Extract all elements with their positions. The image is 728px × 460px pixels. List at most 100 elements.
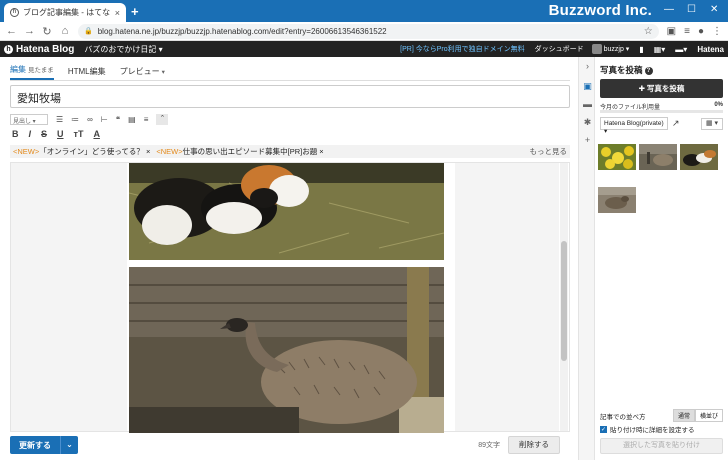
order-label: 記事での並べ方 — [600, 413, 646, 421]
album-select[interactable]: Hatena Blog(private) ▾ — [600, 117, 668, 135]
bookmark-icon[interactable]: ▮ — [639, 45, 643, 54]
char-count: 89文字 — [478, 442, 500, 449]
link-icon[interactable]: ∞ — [87, 115, 93, 124]
dashboard-link[interactable]: ダッシュボード — [535, 44, 584, 54]
add-icon[interactable]: + — [582, 135, 593, 146]
window-close-icon[interactable]: ✕ — [710, 4, 718, 15]
editor-margin-right — [455, 163, 559, 431]
bullet-list-icon[interactable]: ☰ — [56, 115, 63, 124]
collapse-toolbar-icon[interactable]: ⌃ — [156, 113, 169, 125]
related-themes-bar: <NEW>「オンライン」どう使ってる？ × <NEW>仕事の思い出エピソード募集… — [10, 145, 570, 158]
lock-icon: 🔒 — [84, 28, 93, 35]
align-icon[interactable]: ≡ — [144, 115, 149, 124]
sidebar-rail: › ▣ ▬ ✱ + — [578, 57, 595, 460]
bold-icon[interactable]: B — [12, 129, 19, 139]
blog-name-menu[interactable]: バズのおでかけ日記 ▾ — [84, 44, 162, 55]
gear-icon[interactable]: ✱ — [582, 117, 593, 128]
menu-icon[interactable]: ⋮ — [712, 26, 722, 37]
editor-mode-tabs: 編集 見たまま HTML編集 プレビュー ▾ — [10, 63, 165, 80]
photo-thumbnail[interactable] — [639, 144, 677, 170]
numbered-list-icon[interactable]: ≔ — [71, 115, 79, 124]
forward-icon[interactable]: → — [24, 25, 35, 37]
more-themes-link[interactable]: もっと見る — [530, 146, 568, 157]
text-color-icon[interactable]: A — [93, 129, 100, 139]
editor-margin-left — [11, 163, 127, 431]
editor-footer: 更新する ⌄ 89文字 削除する — [10, 436, 570, 454]
tab-label: 編集 — [10, 65, 26, 74]
photo-thumbnail[interactable] — [680, 144, 718, 170]
theme-item[interactable]: <NEW>仕事の思い出エピソード募集中[PR]お題 × — [156, 146, 323, 157]
photo-thumbnail[interactable] — [598, 144, 636, 170]
scrollbar-thumb[interactable] — [561, 241, 567, 361]
tab-title: ブログ記事編集 - はてなブログ — [23, 8, 111, 17]
browser-tab[interactable]: h ブログ記事編集 - はてなブログ × — [4, 3, 126, 22]
horizontal-rule-icon[interactable]: ⊢ — [101, 115, 108, 124]
update-button[interactable]: 更新する ⌄ — [10, 436, 78, 454]
user-menu[interactable]: buzzjp ▾ — [591, 44, 629, 54]
heading-select[interactable]: 見出し ▾ — [10, 113, 48, 125]
url-field[interactable]: 🔒 blog.hatena.ne.jp/buzzjp/buzzjp.hatena… — [78, 23, 659, 39]
underline-icon[interactable]: U — [57, 129, 64, 139]
italic-icon[interactable]: I — [29, 129, 32, 139]
minimize-icon[interactable]: — — [664, 4, 674, 15]
profile-icon[interactable]: ● — [698, 26, 704, 37]
editor-body[interactable] — [10, 162, 570, 433]
quote-icon[interactable]: ❝ — [116, 115, 120, 124]
hatena-favicon-icon: h — [10, 8, 19, 17]
reading-list-icon[interactable]: ≡ — [684, 26, 690, 37]
entry-title-input[interactable]: 愛知牧場 — [10, 85, 570, 108]
paste-selected-button[interactable]: 選択した写真を貼り付け — [600, 438, 723, 454]
strikethrough-icon[interactable]: S — [41, 129, 47, 139]
theme-text: 「オンライン」どう使ってる？ × — [39, 147, 151, 156]
url-text: blog.hatena.ne.jp/buzzjp/buzzjp.hatenabl… — [97, 26, 387, 36]
order-option-side[interactable]: 横並び — [694, 409, 723, 422]
font-size-icon[interactable]: ᴛT — [74, 129, 84, 139]
notification-icon[interactable]: ▬▾ — [675, 45, 687, 54]
new-tab-button[interactable]: + — [131, 4, 139, 19]
theme-text: 仕事の思い出エピソード募集中[PR]お題 × — [182, 147, 324, 156]
chevron-down-icon[interactable]: ⌄ — [60, 436, 78, 454]
avatar — [591, 44, 602, 54]
home-icon[interactable]: ⌂ — [60, 25, 70, 37]
tab-html[interactable]: HTML編集 — [68, 66, 106, 80]
back-icon[interactable]: ← — [6, 25, 17, 37]
emu-photo[interactable] — [129, 267, 444, 433]
promo-link[interactable]: [PR] 今ならPro利用で独自ドメイン無料 — [400, 44, 524, 54]
hatena-logo-icon: h — [4, 44, 13, 54]
tab-preview[interactable]: プレビュー ▾ — [120, 66, 165, 80]
browser-tabstrip: h ブログ記事編集 - はてなブログ × + Buzzword Inc. — ☐… — [0, 0, 728, 22]
paste-detail-checkbox[interactable]: ✓ 貼り付け時に詳細を設定する — [600, 424, 695, 434]
hatena-logo-right[interactable]: Hatena — [697, 45, 724, 54]
hatena-blog-logo[interactable]: h Hatena Blog — [4, 44, 74, 55]
table-icon[interactable]: ▤ — [128, 115, 136, 124]
post-photo-button[interactable]: ✚ 写真を投稿 — [600, 79, 723, 98]
logo-text: Hatena Blog — [16, 43, 75, 55]
extension-icon[interactable]: ▣ — [667, 26, 676, 37]
delete-button[interactable]: 削除する — [508, 436, 560, 454]
theme-item[interactable]: <NEW>「オンライン」どう使ってる？ × — [13, 146, 150, 157]
reload-icon[interactable]: ↻ — [42, 25, 52, 38]
maximize-icon[interactable]: ☐ — [687, 4, 696, 15]
guinea-pig-photo[interactable] — [129, 163, 444, 260]
help-icon[interactable]: ? — [644, 66, 653, 75]
tab-label: HTML編集 — [67, 67, 106, 76]
tab-close-icon[interactable]: × — [115, 8, 120, 18]
view-grid-icon[interactable]: ▦ ▾ — [701, 117, 723, 130]
photo-thumbnail[interactable] — [598, 187, 636, 213]
hatena-navbar: h Hatena Blog バズのおでかけ日記 ▾ [PR] 今ならPro利用で… — [0, 41, 728, 57]
photo-panel-icon[interactable]: ▣ — [582, 81, 593, 92]
tab-wysiwyg[interactable]: 編集 見たまま — [10, 64, 54, 80]
order-toggle: 通常 横並び — [672, 409, 723, 422]
bookmark-star-icon[interactable]: ☆ — [644, 26, 653, 37]
order-row: 記事での並べ方 通常 横並び — [600, 409, 723, 422]
panel-title: 写真を投稿? — [600, 64, 653, 76]
text-style-toolbar: B I S U ᴛT A — [12, 128, 100, 140]
editor-scrollbar[interactable] — [560, 163, 568, 431]
apps-grid-icon[interactable]: ▦▾ — [654, 45, 666, 54]
order-option-normal[interactable]: 通常 — [672, 409, 695, 422]
folder-icon[interactable]: ▬ — [582, 99, 593, 110]
update-label: 更新する — [19, 440, 51, 450]
panel-title-text: 写真を投稿 — [600, 65, 643, 75]
external-link-icon[interactable]: ↗ — [672, 118, 680, 129]
collapse-panel-icon[interactable]: › — [582, 61, 593, 72]
